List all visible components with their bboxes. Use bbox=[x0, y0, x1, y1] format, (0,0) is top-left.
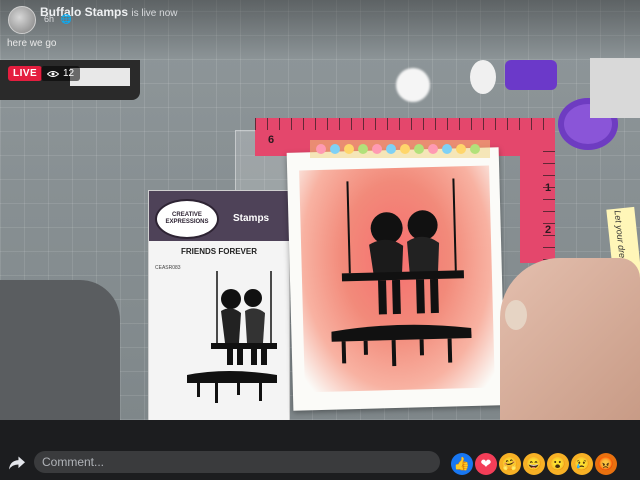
live-status-text: is live now bbox=[131, 8, 178, 19]
haha-reaction-icon[interactable]: 😄 bbox=[523, 453, 545, 475]
globe-icon: 🌐 bbox=[60, 14, 72, 24]
comment-input-wrapper[interactable] bbox=[34, 451, 440, 473]
post-time[interactable]: 6h bbox=[44, 14, 54, 24]
wow-reaction-icon[interactable]: 😮 bbox=[547, 453, 569, 475]
foam-applicator bbox=[396, 68, 430, 102]
reactions-bar: 👍 ❤ 🤗 😄 😮 😢 😡 bbox=[451, 453, 617, 475]
love-reaction-icon[interactable]: ❤ bbox=[475, 453, 497, 475]
viewer-count: 12 bbox=[63, 68, 75, 79]
live-video[interactable]: 6 1 2 Let your dreams take flight CREATI… bbox=[0, 0, 640, 420]
eye-icon bbox=[47, 70, 59, 77]
fingernail bbox=[505, 300, 527, 330]
stamped-image-girls-on-swing bbox=[331, 178, 472, 367]
brand-text: CREATIVE EXPRESSIONS bbox=[165, 212, 209, 225]
package-title: FRIENDS FOREVER bbox=[181, 247, 258, 256]
brand-logo: CREATIVE EXPRESSIONS bbox=[155, 199, 219, 239]
ruler-number: 6 bbox=[268, 134, 275, 146]
package-label: Stamps bbox=[233, 213, 270, 224]
washi-tape bbox=[310, 140, 490, 158]
live-badge: LIVE bbox=[8, 66, 43, 81]
comment-input[interactable] bbox=[40, 454, 424, 470]
viewer-count-badge: 12 bbox=[41, 66, 81, 81]
care-reaction-icon[interactable]: 🤗 bbox=[499, 453, 521, 475]
sad-reaction-icon[interactable]: 😢 bbox=[571, 453, 593, 475]
post-meta: 6h 🌐 bbox=[44, 14, 72, 25]
ink-tray bbox=[590, 58, 640, 118]
ruler-number: 2 bbox=[545, 224, 552, 236]
angry-reaction-icon[interactable]: 😡 bbox=[595, 453, 617, 475]
rubber-stamp bbox=[0, 280, 120, 420]
like-reaction-icon[interactable]: 👍 bbox=[451, 453, 473, 475]
ruler-ticks bbox=[255, 118, 550, 130]
ruler-ticks-vertical bbox=[543, 150, 555, 260]
post-caption: here we go bbox=[7, 38, 57, 49]
glue-bottle bbox=[505, 60, 557, 90]
stamp-image-girls-on-swing bbox=[187, 271, 277, 403]
ruler-number: 1 bbox=[545, 182, 552, 194]
stamp-package: CREATIVE EXPRESSIONS Stamps FRIENDS FORE… bbox=[148, 190, 290, 420]
watercolor-card bbox=[286, 147, 506, 411]
share-icon[interactable] bbox=[8, 455, 26, 471]
page-avatar[interactable] bbox=[8, 6, 36, 34]
foam-applicator-2 bbox=[470, 60, 496, 94]
hand bbox=[500, 258, 640, 420]
